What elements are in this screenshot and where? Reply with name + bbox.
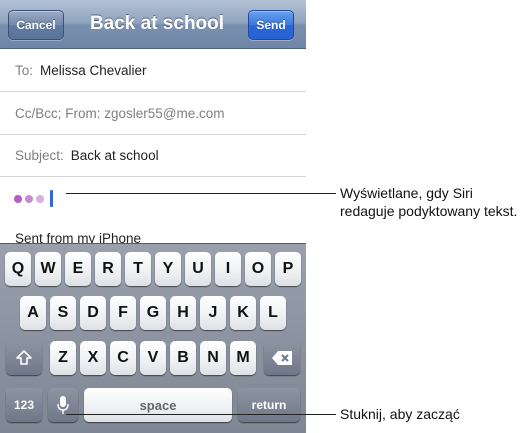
to-field[interactable]: To: Melissa Chevalier <box>0 49 306 92</box>
subject-label: Subject: <box>15 148 64 163</box>
key-r[interactable]: R <box>95 252 121 286</box>
key-p[interactable]: P <box>275 252 301 286</box>
key-a[interactable]: A <box>20 296 46 330</box>
key-g[interactable]: G <box>140 296 166 330</box>
dictation-dot-icon <box>36 194 44 203</box>
key-e[interactable]: E <box>65 252 91 286</box>
to-recipient[interactable]: Melissa Chevalier <box>40 63 147 78</box>
ccbcc-from-text: Cc/Bcc; From: zgosler55@me.com <box>15 105 225 121</box>
compose-title: Back at school <box>89 13 225 34</box>
key-y[interactable]: Y <box>155 252 181 286</box>
shift-key[interactable] <box>6 341 42 375</box>
numbers-key[interactable]: 123 <box>6 388 42 422</box>
key-i[interactable]: I <box>215 252 241 286</box>
key-z[interactable]: Z <box>50 341 76 375</box>
key-f[interactable]: F <box>110 296 136 330</box>
key-u[interactable]: U <box>185 252 211 286</box>
dictation-callout-line <box>66 193 336 194</box>
return-key[interactable]: return <box>238 388 300 422</box>
key-d[interactable]: D <box>80 296 106 330</box>
shift-arrow-icon <box>16 350 32 365</box>
dictation-dot-icon <box>14 194 22 203</box>
ccbcc-from-field[interactable]: Cc/Bcc; From: zgosler55@me.com <box>0 92 306 135</box>
key-t[interactable]: T <box>125 252 151 286</box>
microphone-icon <box>57 396 69 414</box>
keyboard: QWERTYUIOP ASDFGHJKL ZXCVBNM 123 space r… <box>0 243 306 433</box>
cancel-button[interactable]: Cancel <box>8 10 64 40</box>
send-button[interactable]: Send <box>248 10 294 40</box>
key-j[interactable]: J <box>200 296 226 330</box>
message-body[interactable]: Sent from my iPhone <box>0 177 306 246</box>
backspace-icon <box>272 351 292 365</box>
mic-callout-text: Stuknij, aby zacząć <box>340 406 460 422</box>
dictation-dot-icon <box>25 194 33 203</box>
key-h[interactable]: H <box>170 296 196 330</box>
key-n[interactable]: N <box>200 341 226 375</box>
key-m[interactable]: M <box>230 341 256 375</box>
text-cursor <box>50 190 53 207</box>
mail-compose-screen: Cancel Back at school Send To: Melissa C… <box>0 0 306 433</box>
key-v[interactable]: V <box>140 341 166 375</box>
key-k[interactable]: K <box>230 296 256 330</box>
space-key[interactable]: space <box>84 388 232 422</box>
subject-value[interactable]: Back at school <box>71 148 159 163</box>
key-q[interactable]: Q <box>5 252 31 286</box>
subject-field[interactable]: Subject: Back at school <box>0 135 306 177</box>
navigation-bar: Cancel Back at school Send <box>0 0 306 49</box>
dictation-key[interactable] <box>48 388 78 422</box>
key-x[interactable]: X <box>80 341 106 375</box>
mic-callout-line <box>66 414 336 415</box>
dictation-indicator <box>14 190 53 207</box>
key-b[interactable]: B <box>170 341 196 375</box>
to-label: To: <box>15 62 34 78</box>
key-l[interactable]: L <box>260 296 286 330</box>
key-w[interactable]: W <box>35 252 61 286</box>
key-s[interactable]: S <box>50 296 76 330</box>
key-o[interactable]: O <box>245 252 271 286</box>
delete-key[interactable] <box>264 341 300 375</box>
dictation-callout-text: Wyświetlane, gdy Siri redaguje podyktowa… <box>340 185 518 219</box>
key-c[interactable]: C <box>110 341 136 375</box>
